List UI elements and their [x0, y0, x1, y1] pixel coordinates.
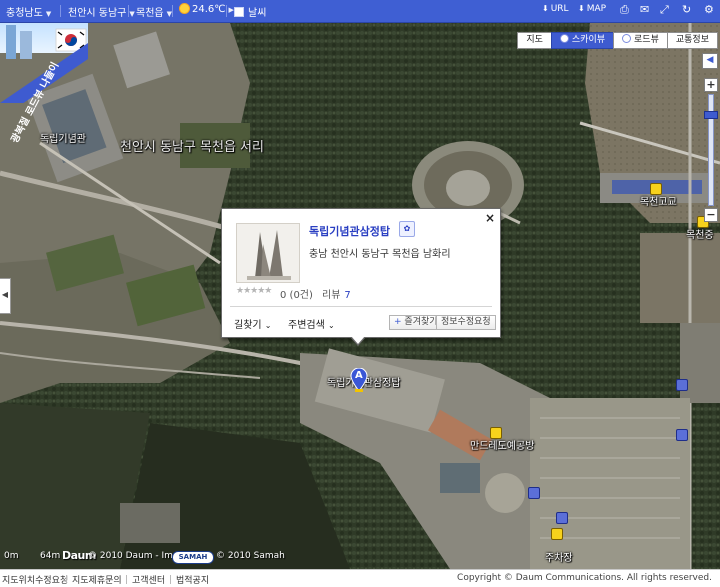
map-label-school1[interactable]: 목천고교	[640, 193, 677, 208]
weather-toggle-label: 날씨	[248, 8, 267, 19]
tab-roadview-label: 로드뷰	[634, 35, 659, 45]
directions-dropdown[interactable]: 길찾기 ⌄	[234, 316, 272, 331]
divider	[230, 306, 492, 307]
weather-checkbox[interactable]	[234, 7, 244, 17]
samah-logo: SAMAH	[172, 551, 214, 564]
parking-poi-icon[interactable]	[551, 528, 563, 540]
region-selector-town[interactable]: 목천읍 ▼	[136, 4, 172, 19]
expand-icon[interactable]: ⤢	[660, 3, 669, 17]
print-icon[interactable]: ⎙	[620, 3, 629, 17]
tab-skyview-label: 스카이뷰	[571, 35, 606, 45]
chevron-down-icon: ⌄	[328, 321, 335, 330]
zoom-slider-track[interactable]	[704, 94, 718, 206]
weather-toggle[interactable]: 날씨	[234, 4, 266, 19]
favorite-label: 즐겨찾기	[404, 317, 438, 327]
bus-stop-icon[interactable]	[556, 512, 568, 524]
region-city-label: 천안시 동남구	[68, 8, 127, 19]
tab-map[interactable]: 지도	[517, 32, 552, 49]
map-type-tabs: 지도 스카이뷰 로드뷰 교통정보	[517, 32, 718, 49]
map-label-hall[interactable]: 독립기념관	[40, 130, 86, 145]
region-selector-province[interactable]: 충청남도 ▼	[6, 4, 51, 19]
map-download-button[interactable]: ⬇ MAP	[578, 4, 606, 14]
copyright-notice: Copyright © Daum Communications. All rig…	[457, 573, 712, 583]
edit-info-button[interactable]: 정보수정요청	[436, 315, 496, 330]
bus-stop-icon[interactable]	[676, 379, 688, 391]
zoom-in-button[interactable]: +	[704, 78, 718, 92]
place-title[interactable]: 독립기념관삼정탑	[309, 223, 390, 239]
refresh-icon[interactable]: ↻	[682, 3, 691, 16]
place-address: 충남 천안시 동남구 목천읍 남화리	[309, 249, 451, 260]
satellite-map[interactable]: 독립기념관 천안시 동남구 목천읍 서리 목천고교 목천중 독립기념관삼정탑 만…	[0, 23, 720, 569]
marker-letter: A	[355, 370, 363, 381]
page-footer: 지도위치수정요청 지도제휴문의 고객센터 법적공지 Copyright © Da…	[0, 569, 720, 587]
region-province-label: 충청남도	[6, 8, 43, 19]
region-town-label: 목천읍	[136, 8, 164, 19]
close-icon[interactable]: ×	[485, 211, 495, 225]
footer-link-location-correction[interactable]: 지도위치수정요청	[2, 573, 68, 586]
favorite-button[interactable]: + 즐겨찾기	[389, 315, 443, 330]
rating-count: 0 (0건)	[280, 290, 313, 301]
bus-stop-icon[interactable]	[676, 429, 688, 441]
verified-badge-icon: ✿	[399, 221, 415, 237]
pan-left-icon[interactable]: ◀	[702, 53, 718, 69]
zoom-control: + −	[704, 78, 718, 222]
plus-icon: +	[394, 317, 402, 327]
roadview-icon	[622, 34, 632, 43]
url-button-label: URL	[550, 4, 569, 14]
zoom-slider-handle[interactable]	[704, 111, 718, 119]
nearby-search-dropdown[interactable]: 주변검색 ⌄	[288, 316, 335, 331]
samah-credit: © 2010 Samah	[216, 551, 285, 561]
footer-link-customer-center[interactable]: 고객센터	[132, 573, 165, 586]
scale-end-label: 64m	[40, 551, 61, 561]
promo-banner[interactable]	[0, 23, 88, 103]
top-navigation-bar: 충청남도 ▼ 천안시 동남구 ▼ 목천읍 ▼ 24.6℃ ▶ 날씨 ⬇ URL ⬇ MAP …	[0, 0, 720, 23]
chevron-down-icon: ▼	[129, 10, 135, 18]
side-panel-toggle[interactable]: ◀	[0, 278, 11, 314]
map-label-area: 천안시 동남구 목천읍 서리	[120, 140, 264, 155]
map-label-school2[interactable]: 목천중	[686, 226, 714, 241]
settings-icon[interactable]: ⚙	[704, 3, 714, 16]
skyview-icon	[559, 34, 569, 43]
footer-link-partnership[interactable]: 지도제휴문의	[72, 573, 122, 586]
rating-stars-icon: ★★★★★	[236, 286, 272, 296]
download-arrow-icon: ⬇	[542, 4, 549, 13]
tab-roadview[interactable]: 로드뷰	[613, 32, 668, 49]
map-label-mandela[interactable]: 만드레도예공방	[470, 437, 534, 452]
review-label: 리뷰	[322, 290, 341, 301]
region-selector-city[interactable]: 천안시 동남구 ▼	[68, 4, 135, 19]
url-button[interactable]: ⬇ URL	[542, 4, 569, 14]
download-arrow-icon: ⬇	[578, 4, 585, 13]
sun-icon	[180, 4, 189, 13]
temperature-value: 24.6℃	[192, 4, 226, 15]
location-marker[interactable]: A	[350, 368, 368, 392]
footer-link-legal[interactable]: 법적공지	[176, 573, 209, 586]
tab-skyview[interactable]: 스카이뷰	[550, 32, 615, 49]
place-thumbnail[interactable]	[236, 223, 300, 283]
review-count: 7	[344, 290, 351, 301]
nearby-label: 주변검색	[288, 320, 325, 331]
map-button-label: MAP	[586, 4, 607, 14]
bus-stop-icon[interactable]	[528, 487, 540, 499]
zoom-out-button[interactable]: −	[704, 208, 718, 222]
review-link[interactable]: 리뷰 7	[322, 286, 351, 301]
chevron-down-icon: ⌄	[264, 321, 272, 330]
chevron-down-icon: ▼	[45, 10, 52, 18]
map-label-parking[interactable]: 주차장	[545, 549, 573, 564]
share-icon[interactable]: ✉	[640, 3, 649, 16]
directions-label: 길찾기	[234, 320, 262, 331]
scale-start-label: 0m	[4, 551, 19, 561]
place-info-popup: × 독립기념관삼정탑 ✿ 충남 천안시 동남구 목천읍 남화리 ★★★★★ 0 …	[221, 208, 501, 346]
tab-traffic[interactable]: 교통정보	[666, 32, 718, 49]
